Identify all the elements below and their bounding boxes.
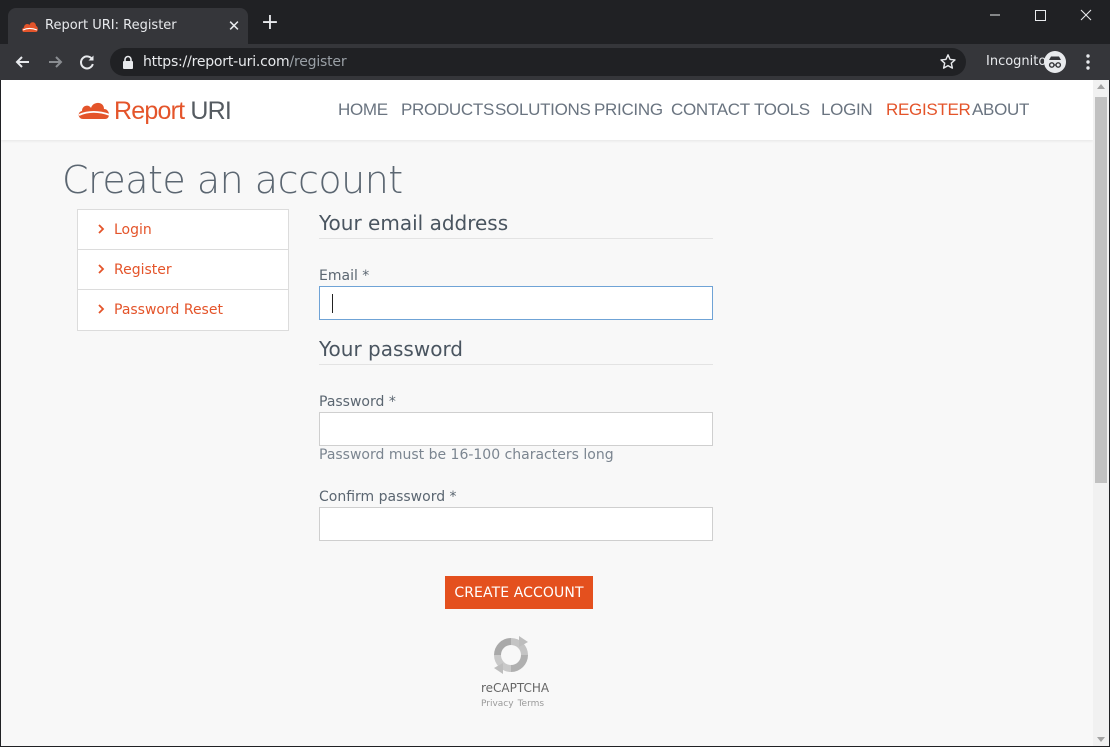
email-section-divider xyxy=(319,238,713,239)
browser-toolbar: https://report-uri.com/register Incognit… xyxy=(0,44,1110,80)
page-scrollbar[interactable] xyxy=(1093,80,1109,746)
confirm-password-label: Confirm password * xyxy=(319,489,457,505)
logo-uri: URI xyxy=(190,97,232,125)
address-bar[interactable]: https://report-uri.com/register xyxy=(110,48,966,76)
nav-register[interactable]: REGISTER xyxy=(886,100,971,122)
password-input[interactable] xyxy=(319,412,713,446)
incognito-label: Incognito xyxy=(986,54,1047,69)
chevron-right-icon xyxy=(98,224,105,234)
browser-menu-icon[interactable] xyxy=(1079,52,1097,72)
page-title: Create an account xyxy=(62,158,403,202)
new-tab-button[interactable]: + xyxy=(260,12,280,34)
logo-text: Report URI xyxy=(114,97,232,126)
chevron-right-icon xyxy=(98,304,105,314)
incognito-icon[interactable] xyxy=(1044,51,1066,73)
password-label: Password * xyxy=(319,394,396,410)
nav-home[interactable]: HOME xyxy=(338,100,388,122)
password-section-title: Your password xyxy=(319,337,464,361)
tab-title: Report URI: Register xyxy=(45,18,177,33)
recaptcha-terms-link[interactable]: Terms xyxy=(518,699,545,709)
password-section-divider xyxy=(319,364,713,365)
browser-tab[interactable]: Report URI: Register ✕ xyxy=(8,8,248,44)
logo-brand: Report xyxy=(114,97,191,125)
nav-solutions[interactable]: SOLUTIONS xyxy=(495,100,591,122)
minimize-window-icon[interactable] xyxy=(972,4,1018,28)
recaptcha-logo-icon[interactable] xyxy=(489,633,533,677)
url-path: /register xyxy=(289,54,347,70)
side-menu-label: Password Reset xyxy=(114,302,223,318)
nav-contact[interactable]: CONTACT xyxy=(671,100,750,122)
reload-icon[interactable] xyxy=(77,52,97,72)
forward-arrow-icon[interactable] xyxy=(45,52,65,72)
browser-titlebar: Report URI: Register ✕ + xyxy=(0,0,1110,44)
recaptcha-links: Privacy Terms xyxy=(481,699,548,709)
cloud-logo-icon xyxy=(78,102,111,119)
recaptcha-label: reCAPTCHA xyxy=(481,681,550,695)
maximize-window-icon[interactable] xyxy=(1017,4,1063,28)
confirm-password-input[interactable] xyxy=(319,507,713,541)
side-menu-login[interactable]: Login xyxy=(78,210,288,250)
nav-login[interactable]: LOGIN xyxy=(821,100,873,122)
scrollbar-thumb[interactable] xyxy=(1095,97,1107,483)
chevron-right-icon xyxy=(98,264,105,274)
url-host: https://report-uri.com xyxy=(143,54,290,70)
email-input[interactable] xyxy=(319,286,713,320)
create-account-button[interactable]: CREATE ACCOUNT xyxy=(445,576,593,609)
tab-close-icon[interactable]: ✕ xyxy=(225,17,243,35)
password-help-text: Password must be 16-100 characters long xyxy=(319,447,614,463)
account-side-menu: Login Register Password Reset xyxy=(77,209,289,331)
side-menu-label: Register xyxy=(114,262,172,278)
bookmark-star-icon[interactable] xyxy=(939,53,957,71)
side-menu-password-reset[interactable]: Password Reset xyxy=(78,290,288,330)
lock-icon[interactable] xyxy=(122,55,134,69)
scroll-down-arrow-icon[interactable] xyxy=(1097,737,1105,742)
scroll-up-arrow-icon[interactable] xyxy=(1097,84,1105,89)
site-header: Report URI HOME PRODUCTS SOLUTIONS PRICI… xyxy=(1,80,1093,140)
text-caret xyxy=(332,294,333,313)
close-window-icon[interactable] xyxy=(1063,4,1109,28)
nav-pricing[interactable]: PRICING xyxy=(594,100,663,122)
email-label: Email * xyxy=(319,268,370,284)
report-uri-favicon-icon xyxy=(22,22,38,32)
email-section-title: Your email address xyxy=(319,211,509,235)
nav-about[interactable]: ABOUT xyxy=(972,100,1029,122)
back-arrow-icon[interactable] xyxy=(13,52,33,72)
side-menu-label: Login xyxy=(114,222,152,238)
nav-tools[interactable]: TOOLS xyxy=(754,100,810,122)
page-viewport: Report URI HOME PRODUCTS SOLUTIONS PRICI… xyxy=(1,80,1093,746)
nav-products[interactable]: PRODUCTS xyxy=(401,100,494,122)
side-menu-register[interactable]: Register xyxy=(78,250,288,290)
recaptcha-privacy-link[interactable]: Privacy xyxy=(481,699,514,709)
url-text: https://report-uri.com/register xyxy=(143,54,347,70)
